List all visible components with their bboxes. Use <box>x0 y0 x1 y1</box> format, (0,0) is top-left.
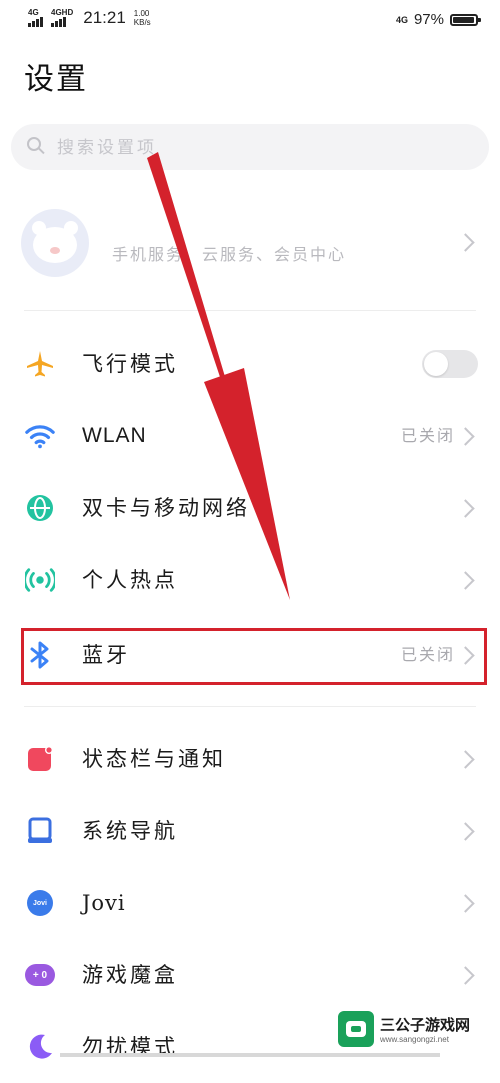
personal-hotspot-row[interactable]: 个人热点 <box>0 544 500 616</box>
chevron-right-icon <box>456 571 475 590</box>
row-label: 双卡与移动网络 <box>82 496 250 520</box>
dual-sim-mobile-network-row[interactable]: 双卡与移动网络 <box>0 472 500 544</box>
notification-icon <box>25 744 55 774</box>
clock: 21:21 <box>83 8 126 27</box>
jovi-badge: Jovi <box>27 890 53 916</box>
airplane-icon <box>25 349 55 379</box>
sim2-label: 4GHD <box>51 8 74 17</box>
home-indicator[interactable] <box>60 1053 440 1057</box>
row-label: 系统导航 <box>82 819 178 843</box>
wlan-status: 已关闭 <box>400 426 455 445</box>
jovi-icon: Jovi <box>25 888 55 918</box>
chevron-right-icon <box>456 233 475 252</box>
network-speed: 1.00 KB/s <box>134 9 151 27</box>
section-divider <box>24 310 476 311</box>
globe-icon <box>25 493 55 523</box>
chevron-right-icon <box>456 499 475 518</box>
game-box-icon: + 0 <box>25 960 55 990</box>
account-services-label: 手机服务、云服务、会员中心 <box>112 245 347 264</box>
row-label: 勿扰模式 <box>82 1035 178 1059</box>
row-label: 飞行模式 <box>82 352 178 376</box>
chevron-right-icon <box>456 427 475 446</box>
battery-percent: 97% <box>413 11 444 28</box>
speed-unit: KB/s <box>133 18 151 27</box>
network-type-icon: 4G <box>395 14 408 25</box>
search-icon <box>27 137 41 151</box>
navigation-icon <box>25 816 55 846</box>
battery-icon <box>450 13 481 26</box>
airplane-mode-row[interactable]: 飞行模式 <box>0 328 500 400</box>
sim1-label: 4G <box>28 8 39 17</box>
sim1-signal-icon: 4G <box>28 9 43 27</box>
watermark-logo-icon <box>338 1011 374 1047</box>
watermark-name: 三公子游戏网 <box>380 1016 471 1034</box>
hotspot-icon <box>25 565 55 595</box>
jovi-row[interactable]: Jovi Jovi <box>0 867 500 939</box>
row-label: WLAN <box>82 424 147 447</box>
row-label: 状态栏与通知 <box>82 747 226 771</box>
status-bar-notifications-row[interactable]: 状态栏与通知 <box>0 723 500 795</box>
moon-icon <box>25 1032 55 1062</box>
row-label: 游戏魔盒 <box>82 963 178 987</box>
account-row[interactable]: 手机服务、云服务、会员中心 <box>0 198 500 298</box>
airplane-mode-toggle[interactable] <box>422 350 478 378</box>
row-label: Jovi <box>82 891 126 915</box>
chevron-right-icon <box>456 894 475 913</box>
search-bar[interactable] <box>11 124 489 172</box>
system-navigation-row[interactable]: 系统导航 <box>0 795 500 867</box>
wlan-row[interactable]: WLAN 已关闭 <box>0 400 500 472</box>
section-divider <box>24 706 476 707</box>
chevron-right-icon <box>456 750 475 769</box>
chevron-right-icon <box>456 966 475 985</box>
watermark-url: www.sangongzi.net <box>380 1035 449 1044</box>
search-input[interactable] <box>55 124 459 172</box>
watermark: 三公子游戏网 www.sangongzi.net <box>332 1005 492 1053</box>
sim2-signal-icon: 4GHD <box>51 9 73 27</box>
game-box-badge: + 0 <box>25 964 55 986</box>
game-box-row[interactable]: + 0 游戏魔盒 <box>0 939 500 1011</box>
status-bar: 4G 4GHD 21:21 1.00 KB/s 4G 97% <box>0 0 500 40</box>
bluetooth-highlight-box <box>21 628 487 685</box>
avatar[interactable] <box>21 209 89 277</box>
page-title: 设置 <box>24 62 88 97</box>
row-label: 个人热点 <box>82 568 178 592</box>
chevron-right-icon <box>456 822 475 841</box>
wifi-icon <box>25 421 55 451</box>
speed-value: 1.00 <box>133 9 150 18</box>
